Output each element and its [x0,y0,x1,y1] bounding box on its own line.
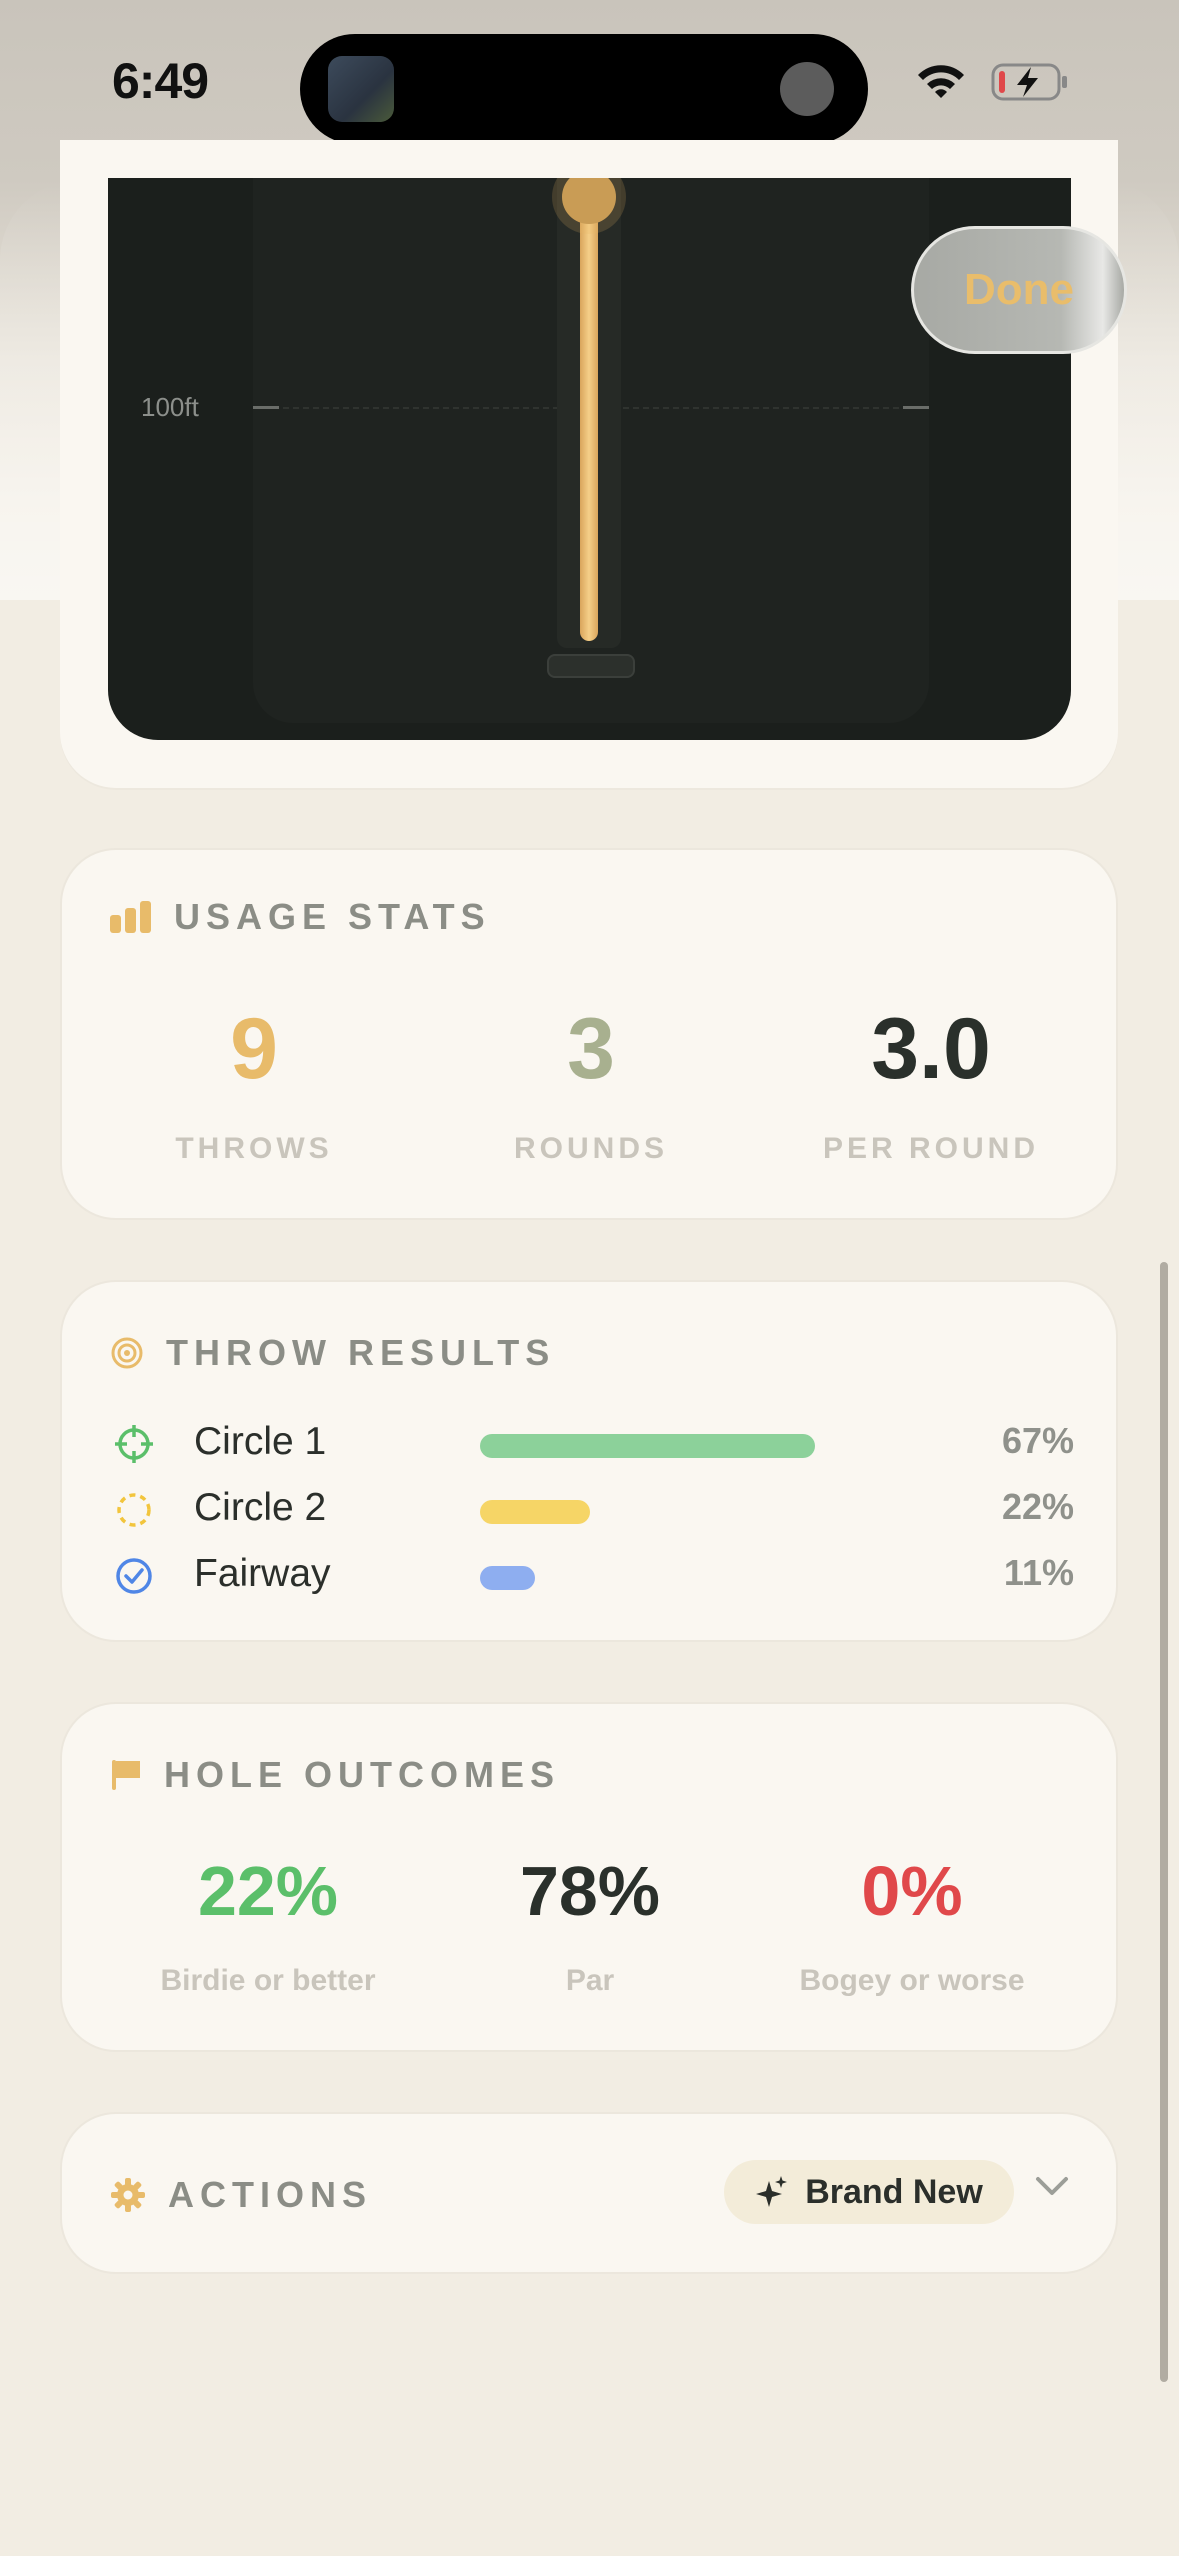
outcome-bogey: 0% Bogey or worse [752,1856,1072,1998]
scrollbar[interactable] [1160,1262,1168,2382]
result-bar [480,1434,815,1458]
outcome-value: 22% [197,1852,339,1930]
actions-title: ACTIONS [168,2174,372,2215]
stat-value: 9 [230,1001,278,1097]
result-bar [480,1500,590,1524]
scale-tick-left [253,406,279,409]
chevron-down-icon[interactable] [1034,2174,1070,2198]
done-label: Done [964,265,1074,314]
scale-tick-right [903,406,929,409]
actions-header: ACTIONS [110,2174,372,2216]
outcome-label: Bogey or worse [799,1964,1025,1997]
outcome-birdie: 22% Birdie or better [108,1856,428,1998]
stat-label: THROWS [175,1132,333,1165]
gear-icon [111,2178,145,2212]
stat-throws: 9 THROWS [104,1006,404,1166]
usage-stats-card: USAGE STATS 9 THROWS 3 ROUNDS 3.0 PER RO… [60,848,1118,1220]
bar-chart-icon [110,901,151,933]
result-bar [480,1566,535,1590]
result-percent: 11% [1003,1552,1074,1593]
result-row-circle-2: Circle 2 22% [114,1482,1074,1538]
stat-per-round: 3.0 PER ROUND [778,1006,1084,1166]
result-label: Circle 1 [194,1420,327,1463]
outcome-value: 78% [519,1852,661,1930]
stat-label: PER ROUND [822,1132,1039,1165]
dashed-circle-icon [117,1493,151,1527]
status-time: 6:49 [112,53,209,109]
wifi-icon [918,65,964,98]
now-playing-thumbnail [328,56,394,122]
throw-results-card: THROW RESULTS Circle 1 67% Circle 2 22% … [60,1280,1118,1642]
stat-value: 3 [567,1001,615,1097]
sparkle-icon [756,2176,788,2207]
result-row-fairway: Fairway 11% [114,1548,1074,1604]
flight-bar [580,186,598,641]
usage-stats-header: USAGE STATS [110,896,491,938]
hole-outcomes-header: HOLE OUTCOMES [110,1754,560,1796]
check-circle-icon [116,1558,152,1594]
result-label: Circle 2 [194,1486,327,1529]
outcome-label: Par [565,1964,615,1997]
crosshair-icon [115,1425,153,1463]
status-icons [915,62,1069,102]
flight-base [547,654,635,678]
actions-card[interactable]: ACTIONS Brand New [60,2112,1118,2274]
result-percent: 22% [1001,1486,1074,1527]
target-icon [111,1337,143,1369]
flag-icon [112,1760,140,1790]
scale-label: 100ft [141,392,199,422]
dynamic-island [300,34,868,144]
outcome-value: 0% [861,1852,963,1930]
throw-results-header: THROW RESULTS [110,1332,555,1374]
throw-results-title: THROW RESULTS [166,1332,556,1373]
usage-stats-title: USAGE STATS [174,896,491,937]
outcome-par: 78% Par [430,1856,750,1998]
result-row-circle-1: Circle 1 67% [114,1416,1074,1472]
result-label: Fairway [194,1552,331,1595]
brand-new-badge[interactable]: Brand New [724,2160,1014,2224]
done-button[interactable]: Done [911,226,1127,354]
stat-value: 3.0 [871,1001,991,1097]
camera-dot [780,62,834,116]
result-percent: 67% [1001,1420,1074,1461]
hole-outcomes-card: HOLE OUTCOMES 22% Birdie or better 78% P… [60,1702,1118,2052]
battery-icon [991,63,1067,101]
badge-label: Brand New [805,2172,983,2211]
stat-rounds: 3 ROUNDS [441,1006,741,1166]
hole-outcomes-title: HOLE OUTCOMES [164,1754,561,1795]
stat-label: ROUNDS [513,1132,668,1165]
outcome-label: Birdie or better [160,1964,376,1997]
